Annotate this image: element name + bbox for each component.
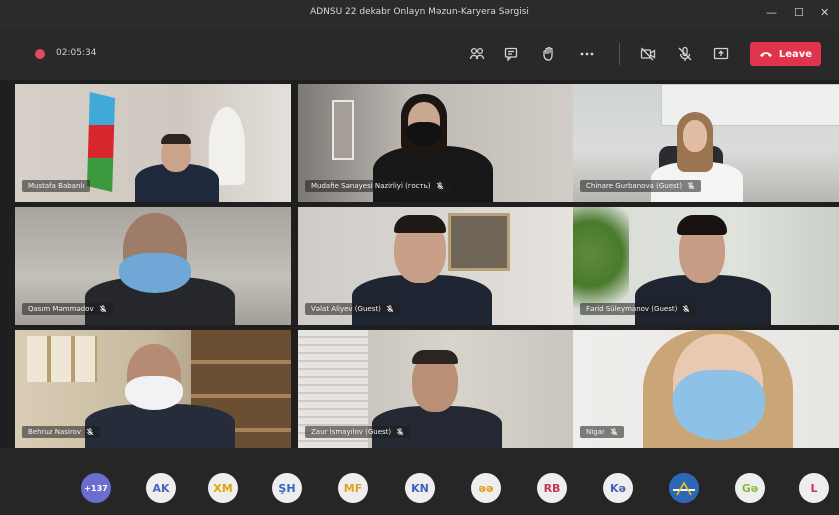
video-tile[interactable]: Mudafie Sənayesi Nazirliyi (гость): [298, 84, 574, 202]
share-screen-icon[interactable]: [709, 42, 733, 66]
participant-name-label: Zaur İsmayılov (Guest): [305, 426, 411, 438]
participant-name-label: Chinare Gurbanova (Guest): [580, 180, 702, 192]
wall-portrait: [448, 213, 510, 271]
attendee-avatar-logo[interactable]: [669, 473, 699, 503]
participants-icon[interactable]: [465, 42, 489, 66]
attendee-avatar[interactable]: ŞH: [272, 473, 302, 503]
raise-hand-icon[interactable]: [537, 42, 561, 66]
phone-hangup-icon: [759, 52, 772, 57]
attendee-avatar[interactable]: L: [799, 473, 829, 503]
participant-name-label: Mustafa Babanlı: [22, 180, 91, 192]
face-mask: [673, 370, 765, 440]
organization-logo-icon: [669, 473, 699, 503]
video-tile[interactable]: Fərid Süleymanov (Guest): [573, 207, 839, 325]
mic-off-icon[interactable]: [673, 42, 697, 66]
attendee-avatar[interactable]: RB: [537, 473, 567, 503]
mic-off-icon: [610, 428, 618, 436]
attendee-strip: +137 AK XM ŞH MF KN əə RB Kə Gə L: [0, 448, 839, 515]
participant-name-label: Qasım Məmmədov: [22, 303, 113, 315]
attendee-avatar[interactable]: KN: [405, 473, 435, 503]
mic-off-icon: [436, 182, 443, 190]
attendee-avatar[interactable]: AK: [146, 473, 176, 503]
overflow-count-badge[interactable]: +137: [81, 473, 111, 503]
video-tile[interactable]: Mustafa Babanlı: [15, 84, 291, 202]
participant-name-label: Behruz Nasirov: [22, 426, 101, 438]
mic-off-icon: [683, 305, 690, 313]
meeting-timer: 02:05:34: [56, 48, 97, 58]
leave-button[interactable]: Leave: [750, 42, 821, 66]
video-tile[interactable]: Chinare Gurbanova (Guest): [573, 84, 839, 202]
azerbaijan-flag: [87, 92, 115, 192]
toolbar-divider: [619, 43, 620, 65]
video-tile[interactable]: Nigar: [573, 330, 839, 448]
attendee-avatar[interactable]: XM: [208, 473, 238, 503]
more-icon[interactable]: [575, 42, 599, 66]
face-mask: [125, 376, 183, 410]
mic-off-icon: [386, 305, 394, 313]
mic-off-icon: [86, 428, 94, 436]
wall-picture: [332, 100, 354, 160]
video-grid: Mustafa Babanlı Mudafie Sənayesi Nazirli…: [15, 84, 839, 448]
video-tile[interactable]: Qasım Məmmədov: [15, 207, 291, 325]
window-title: ADNSU 22 dekabr Onlayn Məzun-Karyera Sər…: [310, 7, 529, 17]
window-titlebar: ADNSU 22 dekabr Onlayn Məzun-Karyera Sər…: [0, 0, 839, 28]
mic-off-icon: [99, 305, 106, 313]
video-tile[interactable]: Zaur İsmayılov (Guest): [298, 330, 574, 448]
minimize-icon[interactable]: —: [766, 6, 777, 19]
maximize-icon[interactable]: ☐: [794, 6, 804, 19]
meeting-toolbar: 02:05:34 Leave: [0, 28, 839, 80]
attendee-avatar[interactable]: MF: [338, 473, 368, 503]
participant-name-label: Nigar: [580, 426, 624, 438]
close-icon[interactable]: ✕: [820, 6, 829, 19]
face-mask: [406, 122, 442, 146]
face-mask: [119, 253, 191, 293]
camera-off-icon[interactable]: [636, 42, 660, 66]
attendee-avatar[interactable]: əə: [471, 473, 501, 503]
mic-off-icon: [687, 182, 695, 190]
wall-frames: [27, 336, 97, 382]
participant-name-label: Mudafie Sənayesi Nazirliyi (гость): [305, 180, 450, 192]
chat-icon[interactable]: [500, 42, 524, 66]
attendee-avatar[interactable]: Kə: [603, 473, 633, 503]
leave-label: Leave: [778, 48, 813, 60]
participant-name-label: Fərid Süleymanov (Guest): [580, 303, 697, 315]
video-tile[interactable]: Vəlat Aliyev (Guest): [298, 207, 574, 325]
mic-off-icon: [396, 428, 404, 436]
video-tile[interactable]: Behruz Nasirov: [15, 330, 291, 448]
recording-indicator-icon: [35, 49, 45, 59]
attendee-avatar[interactable]: Gə: [735, 473, 765, 503]
participant-name-label: Vəlat Aliyev (Guest): [305, 303, 400, 315]
